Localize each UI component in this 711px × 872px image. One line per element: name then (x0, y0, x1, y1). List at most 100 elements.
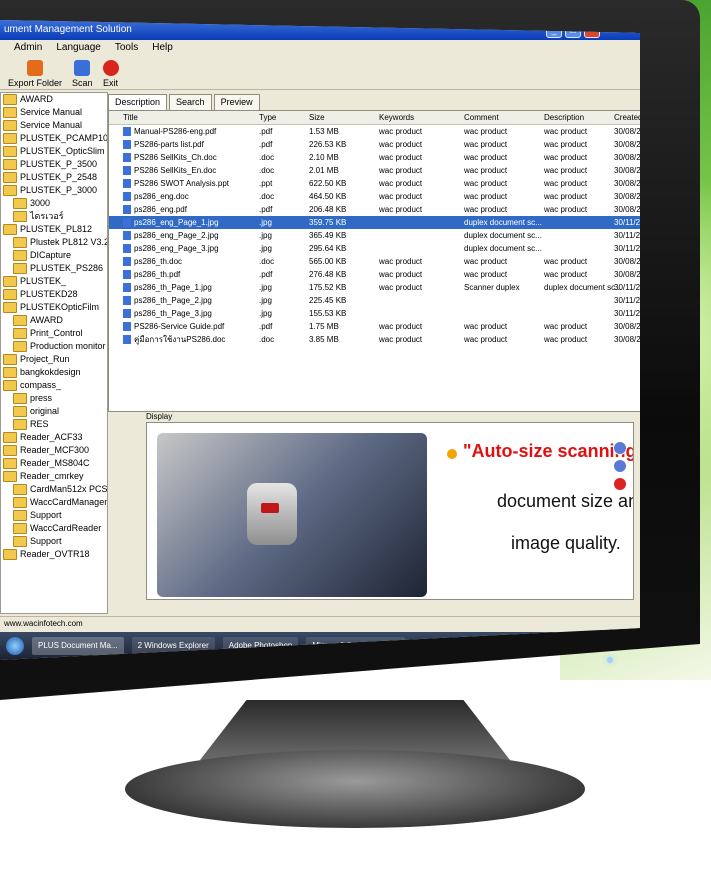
tree-item[interactable]: PLUSTEK_PCAMP100 (1, 132, 107, 145)
menu-admin[interactable]: Admin (14, 40, 42, 56)
table-row[interactable]: ps286_eng.doc .doc 464.50 KB wac product wac… (109, 190, 640, 203)
col-size[interactable]: Size (309, 111, 379, 124)
tree-item[interactable]: PLUSTEK_P_2548 (1, 171, 107, 184)
tree-item[interactable]: AWARD (1, 314, 107, 327)
table-row[interactable]: ps286_eng_Page_3.jpg .jpg 295.64 KB duplex … (109, 242, 640, 255)
table-row[interactable]: Manual-PS286-eng.pdf .pdf 1.53 MB wac produ… (109, 125, 640, 138)
col-comment[interactable]: Comment (464, 111, 544, 124)
down-arrow-icon[interactable] (613, 459, 627, 473)
tree-item[interactable]: AWARD (1, 93, 107, 106)
tree-item[interactable]: Service Manual (1, 106, 107, 119)
folder-icon (3, 367, 17, 378)
table-row[interactable]: ps286_th_Page_2.jpg.jpg 225.45 KB 30/11/25 (109, 294, 640, 307)
scan-button[interactable]: Scan (72, 56, 93, 88)
tree-item[interactable]: 3000 (1, 197, 107, 210)
tree-item[interactable]: original (1, 405, 107, 418)
col-keywords[interactable]: Keywords (379, 111, 464, 124)
table-cell: 30/08/25 (614, 322, 640, 331)
export-folder-button[interactable]: Export Folder (8, 56, 62, 88)
tree-item[interactable]: Project_Run (1, 353, 107, 366)
tab-search[interactable]: Search (169, 94, 212, 110)
table-row[interactable]: ps286_eng_Page_1.jpg .jpg 359.75 KB duplex … (109, 216, 640, 229)
menu-help[interactable]: Help (152, 40, 173, 56)
tree-item[interactable]: press (1, 392, 107, 405)
table-cell: wac product (464, 270, 508, 279)
start-button[interactable] (6, 637, 24, 655)
menu-language[interactable]: Language (56, 40, 101, 56)
exit-button[interactable]: Exit (102, 56, 119, 88)
tab-preview[interactable]: Preview (213, 94, 260, 110)
tree-item[interactable]: RES (1, 418, 107, 431)
tree-item[interactable]: PLUSTEK_PL812 (1, 223, 107, 236)
tree-item[interactable]: DICapture (1, 249, 107, 262)
tree-item[interactable]: WaccCardManagement (1, 496, 107, 509)
taskbar-item-plus[interactable]: PLUS Document Ma... (32, 637, 124, 655)
network-icon[interactable] (585, 641, 594, 650)
table-row[interactable]: PS286 SellKits_Ch.doc .doc 2.10 MB wac prod… (109, 151, 640, 164)
close-icon[interactable]: × (584, 22, 600, 38)
tree-item[interactable]: compass_ (1, 379, 107, 392)
col-title[interactable]: Title (109, 111, 259, 124)
table-row[interactable]: ps286_th_Page_1.jpg .jpg 175.52 KB wac prod… (109, 281, 640, 294)
tree-item[interactable]: PLUSTEK_PS286 (1, 262, 107, 275)
tree-item[interactable]: bangkokdesign (1, 366, 107, 379)
display-side-buttons (613, 441, 627, 491)
volume-icon[interactable] (596, 641, 605, 650)
table-row[interactable]: คู่มือการใช้งานPS286.doc .doc 3.85 MB wac p… (109, 333, 640, 346)
folder-icon (13, 250, 27, 261)
tree-item[interactable]: Reader_ACF33 (1, 431, 107, 444)
table-cell: 155.53 KB (309, 309, 347, 318)
tree-item[interactable]: Reader_cmrkey (1, 470, 107, 483)
tree-item[interactable]: PLUSTEK_P_3500 (1, 158, 107, 171)
tree-item[interactable]: Reader_MS804C (1, 457, 107, 470)
tree-item[interactable]: Support (1, 535, 107, 548)
tree-item[interactable]: CardMan512x PCS (1, 483, 107, 496)
stop-icon[interactable] (613, 477, 627, 491)
table-row[interactable]: ps286_eng_Page_2.jpg .jpg 365.49 KB duplex … (109, 229, 640, 242)
folder-icon (13, 315, 27, 326)
table-row[interactable]: PS286-Service Guide.pdf .pdf 1.75 MB wac pr… (109, 320, 640, 333)
taskbar-item-explorer[interactable]: 2 Windows Explorer (131, 637, 215, 655)
tree-item[interactable]: PLUSTEKD28 (1, 288, 107, 301)
table-row[interactable]: ps286_eng.pdf .pdf 206.48 KB wac product wac… (109, 203, 640, 216)
col-type[interactable]: Type (259, 111, 309, 124)
up-arrow-icon[interactable] (613, 441, 627, 455)
table-row[interactable]: ps286_th.pdf .pdf 276.48 KB wac product wac … (109, 268, 640, 281)
table-cell: wac product (464, 166, 508, 175)
col-created[interactable]: Created (614, 111, 640, 124)
tree-item[interactable]: PLUSTEK_P_3000 (1, 184, 107, 197)
tree-item[interactable]: Reader_MCF300 (1, 444, 107, 457)
table-row[interactable]: PS286 SWOT Analysis.ppt .ppt 622.50 KB wac … (109, 177, 640, 190)
tree-item[interactable]: Support (1, 509, 107, 522)
table-row[interactable]: ps286_th.doc .doc 565.00 KB wac product wac … (109, 255, 640, 268)
tree-item[interactable]: Production monitor (1, 340, 107, 353)
folder-icon (3, 120, 17, 131)
table-cell: 30/08/25 (614, 166, 640, 175)
tree-item[interactable]: Service Manual (1, 119, 107, 132)
tree-item[interactable]: ไดรเวอร์ (1, 210, 107, 223)
taskbar-item-photoshop[interactable]: Adobe Photoshop (222, 637, 299, 655)
tree-item-label: press (30, 393, 53, 403)
tree-item[interactable]: Plustek PL812 V3.2 (1, 236, 107, 249)
security-icon[interactable] (607, 641, 616, 650)
table-row[interactable]: PS286 SellKits_En.doc .doc 2.01 MB wac prod… (109, 164, 640, 177)
folder-icon (3, 302, 17, 313)
col-description[interactable]: Description (544, 111, 614, 124)
table-cell: .jpg (259, 244, 272, 253)
table-row[interactable]: ps286_th_Page_3.jpg.jpg 155.53 KB 30/11/25 (109, 307, 640, 320)
tree-item[interactable]: PLUSTEKOpticFilm (1, 301, 107, 314)
tab-description[interactable]: Description (108, 94, 168, 110)
menu-tools[interactable]: Tools (115, 40, 138, 56)
minimize-icon[interactable]: _ (546, 22, 562, 38)
table-row[interactable]: PS286-parts list.pdf .pdf 226.53 KB wac pro… (109, 138, 640, 151)
tree-item[interactable]: WaccCardReader (1, 522, 107, 535)
folder-icon (3, 172, 17, 183)
tree-item[interactable]: PLUSTEK_ (1, 275, 107, 288)
maximize-icon[interactable]: □ (565, 22, 581, 38)
tree-item[interactable]: PLUSTEK_OpticSlim (1, 145, 107, 158)
tree-item[interactable]: Reader_OVTR18 (1, 548, 107, 561)
table-cell: 30/11/25 (614, 309, 640, 318)
taskbar-item-powerpoint[interactable]: Microsoft PowerPoint -... (306, 637, 406, 655)
tree-item-label: Reader_MS804C (20, 458, 90, 468)
tree-item[interactable]: Print_Control (1, 327, 107, 340)
